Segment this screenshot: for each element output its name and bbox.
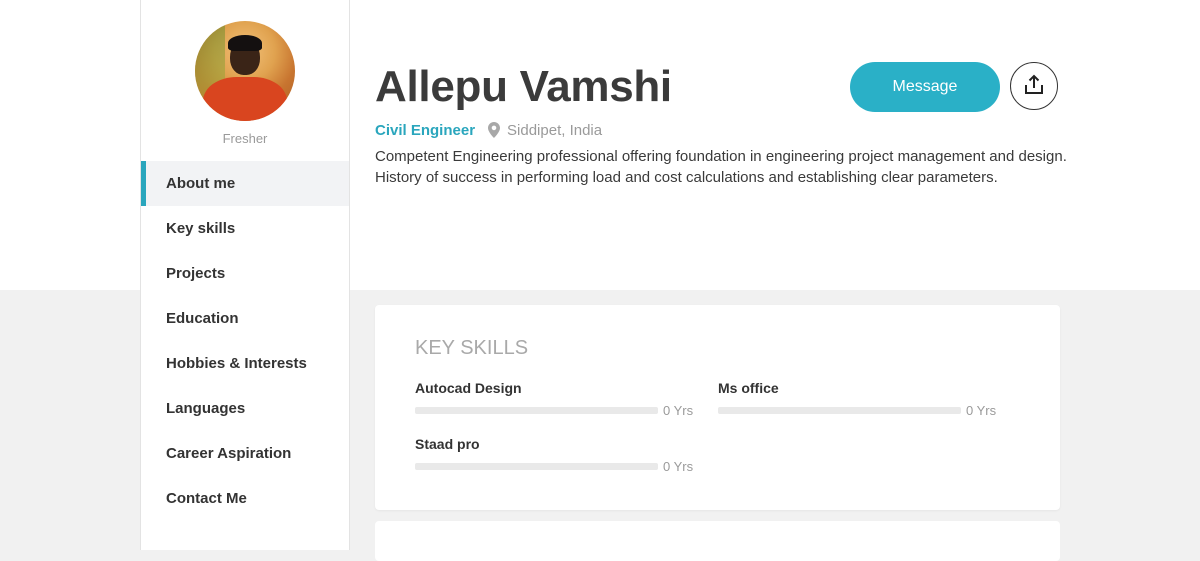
skill-years: 0 Yrs <box>663 459 694 474</box>
skill-item: Autocad Design 0 Yrs <box>415 380 695 418</box>
status-label: Fresher <box>222 131 268 146</box>
share-button[interactable] <box>1010 62 1058 110</box>
sidebar-item-key-skills[interactable]: Key skills <box>141 206 349 251</box>
sidebar-item-languages[interactable]: Languages <box>141 386 349 431</box>
role-location-line: Civil Engineer Siddipet, India <box>375 120 602 140</box>
summary-line: History of success in performing load an… <box>375 169 998 186</box>
summary-line: Competent Engineering professional offer… <box>375 148 1067 165</box>
share-upload-icon <box>1023 74 1045 99</box>
key-skills-card: KEY SKILLS Autocad Design 0 Yrs Ms offic… <box>375 305 1060 510</box>
profile-summary: Competent Engineering professional offer… <box>375 146 1075 188</box>
job-title: Civil Engineer <box>375 121 476 139</box>
skill-item: Staad pro 0 Yrs <box>415 436 695 474</box>
sidebar-item-about-me[interactable]: About me <box>141 161 349 206</box>
profile-name: Allepu Vamshi <box>375 62 672 111</box>
sidebar-nav: About me Key skills Projects Education H… <box>141 161 349 521</box>
skill-item: Ms office 0 Yrs <box>718 380 998 418</box>
sidebar-item-contact-me[interactable]: Contact Me <box>141 476 349 521</box>
skill-years: 0 Yrs <box>966 403 997 418</box>
skill-years: 0 Yrs <box>663 403 694 418</box>
skill-name: Ms office <box>718 380 779 396</box>
section-title: KEY SKILLS <box>415 337 529 359</box>
next-section-card <box>375 521 1060 561</box>
message-button[interactable]: Message <box>850 62 1000 112</box>
sidebar-item-hobbies[interactable]: Hobbies & Interests <box>141 341 349 386</box>
skill-progress-bar <box>415 407 658 414</box>
location-text: Siddipet, India <box>507 121 603 139</box>
location-pin-icon <box>488 122 501 138</box>
skill-name: Staad pro <box>415 436 480 452</box>
skill-progress-bar <box>718 407 961 414</box>
sidebar-item-education[interactable]: Education <box>141 296 349 341</box>
skill-name: Autocad Design <box>415 380 522 396</box>
profile-sidebar: Fresher About me Key skills Projects Edu… <box>140 0 350 550</box>
skill-progress-bar <box>415 463 658 470</box>
sidebar-item-career-aspiration[interactable]: Career Aspiration <box>141 431 349 476</box>
avatar <box>195 21 295 121</box>
sidebar-item-projects[interactable]: Projects <box>141 251 349 296</box>
